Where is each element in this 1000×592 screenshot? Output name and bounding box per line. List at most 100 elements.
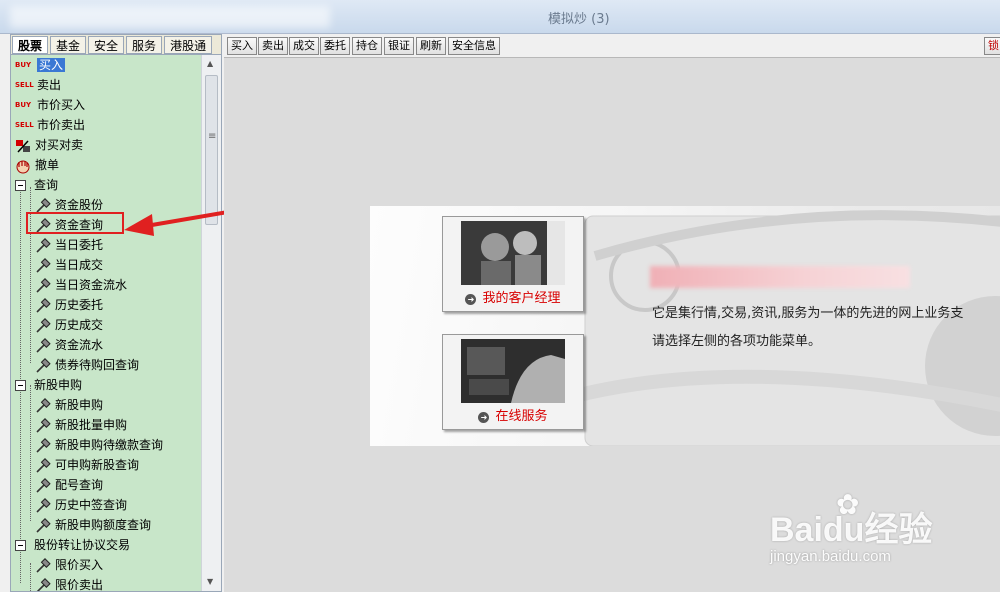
- gavel-icon: [36, 257, 51, 273]
- gavel-icon: [36, 577, 51, 591]
- tree-item-limit-sell[interactable]: 限价卖出: [35, 575, 103, 591]
- gavel-icon: [36, 237, 51, 253]
- toolbar-security-info-button[interactable]: 安全信息: [448, 37, 500, 55]
- tree-item-cashflow[interactable]: 资金流水: [35, 335, 103, 355]
- tree-item-label: 历史中签查询: [55, 498, 128, 512]
- window-title-bar: 模拟炒 (3): [0, 0, 1000, 34]
- tree-item-market-sell[interactable]: SELL 市价卖出: [15, 115, 85, 135]
- tab-service[interactable]: 服务: [126, 36, 163, 54]
- function-tree: BUY 买入 SELL 卖出 BUY 市价买入 SELL 市价卖出 对买对卖 撤单 查询…: [11, 55, 201, 591]
- gavel-icon: [36, 457, 51, 473]
- toolbar-sell-button[interactable]: 卖出: [258, 37, 288, 55]
- tree-item-label: 新股申购: [55, 398, 104, 412]
- tree-item-history-deals[interactable]: 历史成交: [35, 315, 103, 335]
- gavel-icon: [36, 357, 51, 373]
- tree-item-buy-sell[interactable]: 对买对卖: [15, 135, 83, 155]
- tree-item-cancel[interactable]: 撤单: [15, 155, 59, 175]
- tree-item-label: 新股申购待缴款查询: [55, 438, 164, 452]
- tree-scrollbar[interactable]: ▲ ≡ ▼: [201, 55, 221, 591]
- gavel-icon: [36, 277, 51, 293]
- arrow-right-icon: ➜: [465, 294, 477, 305]
- tree-item-ipo-batch[interactable]: 新股批量申购: [35, 415, 127, 435]
- online-service-photo: [461, 339, 565, 403]
- gavel-icon: [36, 557, 51, 573]
- collapse-icon[interactable]: [15, 540, 26, 551]
- sell-icon: SELL: [15, 121, 34, 129]
- gavel-icon: [36, 337, 51, 353]
- gavel-icon: [36, 497, 51, 513]
- left-nav-panel: 股票 基金 安全 服务 港股通 BUY 买入 SELL 卖出 BUY 市价买入 SEL…: [10, 34, 222, 592]
- tree-item-ipo-quota[interactable]: 新股申购额度查询: [35, 515, 151, 535]
- tree-item-label: 限价买入: [55, 558, 104, 572]
- tree-item-label: 买入: [37, 58, 66, 72]
- online-service-card[interactable]: ➜ 在线服务: [442, 334, 584, 430]
- tree-item-ipo-number[interactable]: 配号查询: [35, 475, 103, 495]
- tree-item-ipo-available[interactable]: 可申购新股查询: [35, 455, 139, 475]
- tree-item-label: 新股申购额度查询: [55, 518, 152, 532]
- tree-item-today-orders[interactable]: 当日委托: [35, 235, 103, 255]
- arrow-right-icon: ➜: [478, 412, 490, 423]
- tree-item-label: 当日资金流水: [55, 278, 128, 292]
- tree-item-bond-repo[interactable]: 债券待购回查询: [35, 355, 139, 375]
- tree-item-label: 市价卖出: [37, 118, 86, 132]
- toolbar-orders-button[interactable]: 委托: [320, 37, 350, 55]
- toolbar-lock-button[interactable]: 锁: [984, 37, 1000, 55]
- tree-item-label: 限价卖出: [55, 578, 104, 591]
- toolbar-deals-button[interactable]: 成交: [289, 37, 319, 55]
- tree-item-ipo-history-win[interactable]: 历史中签查询: [35, 495, 127, 515]
- welcome-instruction: 请选择左侧的各项功能菜单。: [652, 334, 822, 349]
- tree-item-sell[interactable]: SELL 卖出: [15, 75, 61, 95]
- tree-item-today-cashflow[interactable]: 当日资金流水: [35, 275, 127, 295]
- tree-group-share-transfer[interactable]: 股份转让协议交易: [15, 535, 130, 555]
- gavel-icon: [36, 297, 51, 313]
- tree-item-label: 对买对卖: [35, 138, 84, 152]
- toolbar-refresh-button[interactable]: 刷新: [416, 37, 446, 55]
- tree-group-query[interactable]: 查询: [15, 175, 58, 195]
- tree-item-label: 历史委托: [55, 298, 104, 312]
- cancel-hand-icon: [16, 160, 30, 173]
- gavel-icon: [36, 317, 51, 333]
- gavel-icon: [36, 477, 51, 493]
- tree-item-label: 资金流水: [55, 338, 104, 352]
- baidu-watermark: ✿ Baidu经验 jingyan.baidu.com: [770, 488, 998, 588]
- tab-security[interactable]: 安全: [88, 36, 125, 54]
- toolbar-bank-button[interactable]: 银证: [384, 37, 414, 55]
- gavel-icon: [36, 517, 51, 533]
- tree-group-label: 新股申购: [34, 378, 83, 392]
- category-tabs: 股票 基金 安全 服务 港股通: [11, 35, 221, 55]
- scroll-up-icon[interactable]: ▲: [207, 59, 213, 68]
- toolbar-buy-button[interactable]: 买入: [227, 37, 257, 55]
- scroll-down-icon[interactable]: ▼: [207, 577, 213, 586]
- buy-sell-icon: [16, 139, 30, 153]
- tab-hk-connect[interactable]: 港股通: [164, 36, 213, 54]
- buy-icon: BUY: [15, 101, 32, 109]
- tree-item-limit-buy[interactable]: 限价买入: [35, 555, 103, 575]
- tab-stock[interactable]: 股票: [12, 36, 49, 54]
- tree-item-label: 资金股份: [55, 198, 104, 212]
- grip-icon: ≡: [208, 131, 217, 142]
- window-title: 模拟炒 (3): [548, 12, 610, 27]
- tree-group-ipo[interactable]: 新股申购: [15, 375, 82, 395]
- toolbar: 买入 卖出 成交 委托 持仓 银证 刷新 安全信息 锁: [224, 34, 1000, 58]
- blurred-company-name: [650, 266, 910, 288]
- gavel-icon: [36, 417, 51, 433]
- tab-fund[interactable]: 基金: [50, 36, 87, 54]
- welcome-description: 它是集行情,交易,资讯,服务为一体的先进的网上业务支: [652, 306, 964, 321]
- tree-item-today-deals[interactable]: 当日成交: [35, 255, 103, 275]
- tree-item-buy[interactable]: BUY 买入: [15, 55, 66, 75]
- tree-item-ipo-pending[interactable]: 新股申购待缴款查询: [35, 435, 163, 455]
- toolbar-positions-button[interactable]: 持仓: [352, 37, 382, 55]
- tree-item-label: 历史成交: [55, 318, 104, 332]
- buy-icon: BUY: [15, 61, 32, 69]
- sell-icon: SELL: [15, 81, 34, 89]
- tree-item-ipo-apply[interactable]: 新股申购: [35, 395, 103, 415]
- collapse-icon[interactable]: [15, 380, 26, 391]
- tree-item-label: 债券待购回查询: [55, 358, 140, 372]
- tree-item-market-buy[interactable]: BUY 市价买入: [15, 95, 85, 115]
- account-manager-card[interactable]: ➜ 我的客户经理: [442, 216, 584, 312]
- tree-item-label: 可申购新股查询: [55, 458, 140, 472]
- collapse-icon[interactable]: [15, 180, 26, 191]
- watermark-url: jingyan.baidu.com: [770, 548, 891, 565]
- tree-item-label: 当日委托: [55, 238, 104, 252]
- tree-item-history-orders[interactable]: 历史委托: [35, 295, 103, 315]
